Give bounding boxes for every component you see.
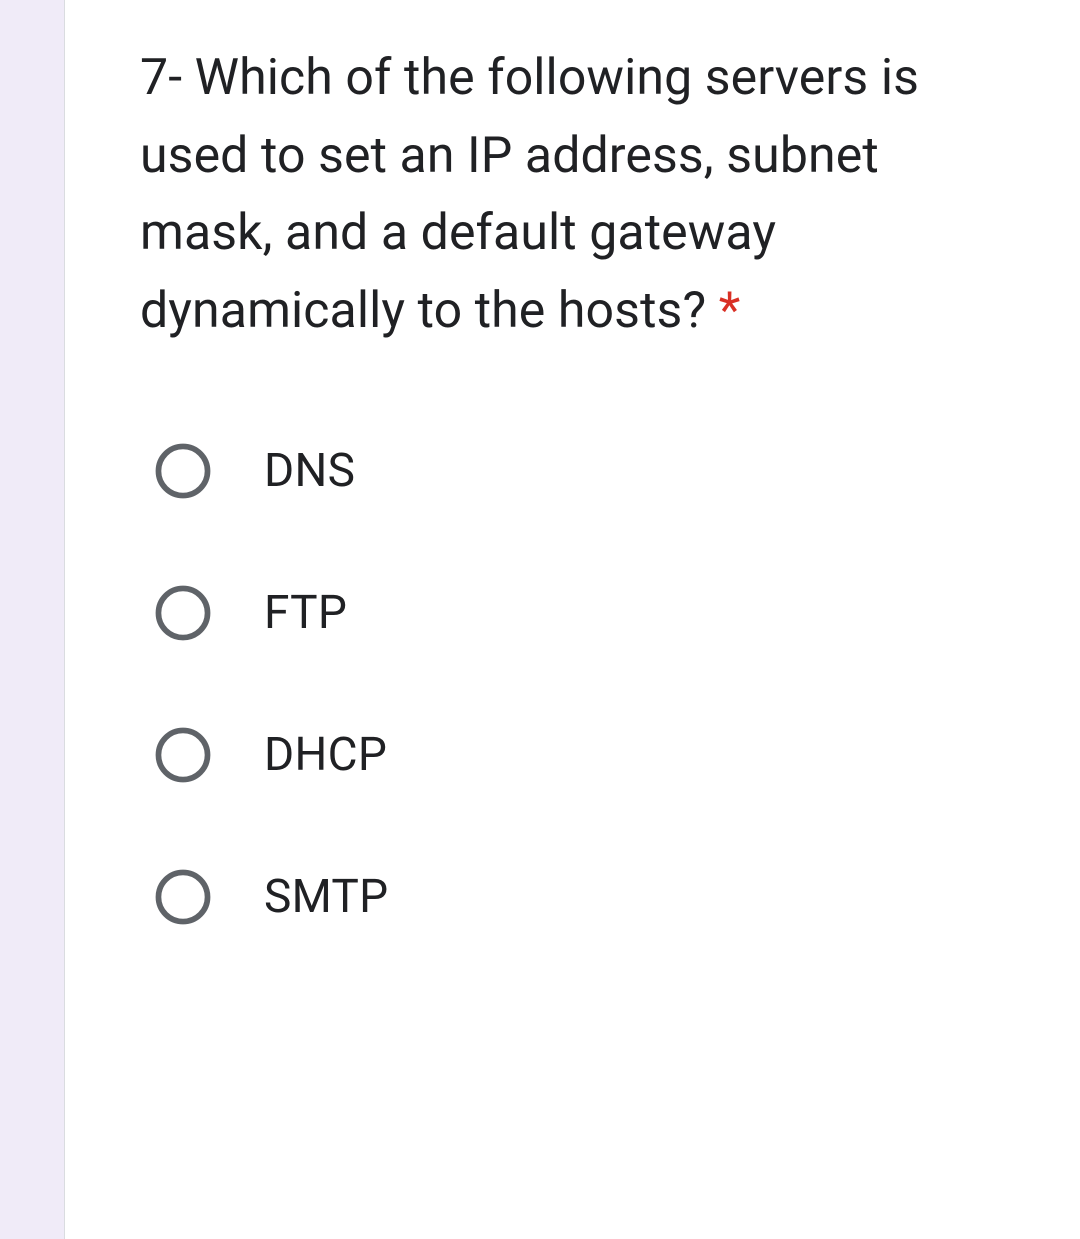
options-group: DNS FTP DHCP SMTP [152, 440, 1020, 928]
radio-icon [152, 866, 214, 928]
option-label: DNS [264, 444, 355, 498]
option-dhcp[interactable]: DHCP [152, 724, 1020, 786]
question-card: 7- Which of the following servers is use… [65, 0, 1080, 1008]
option-label: SMTP [264, 870, 389, 924]
option-dns[interactable]: DNS [152, 440, 1020, 502]
option-label: FTP [264, 586, 347, 640]
option-ftp[interactable]: FTP [152, 582, 1020, 644]
option-smtp[interactable]: SMTP [152, 866, 1020, 928]
required-asterisk: * [719, 282, 741, 340]
form-left-margin [0, 0, 65, 1239]
radio-icon [152, 724, 214, 786]
option-label: DHCP [264, 728, 387, 782]
radio-icon [152, 582, 214, 644]
question-text-content: 7- Which of the following servers is use… [140, 49, 919, 340]
radio-icon [152, 440, 214, 502]
question-title: 7- Which of the following servers is use… [140, 40, 1020, 350]
